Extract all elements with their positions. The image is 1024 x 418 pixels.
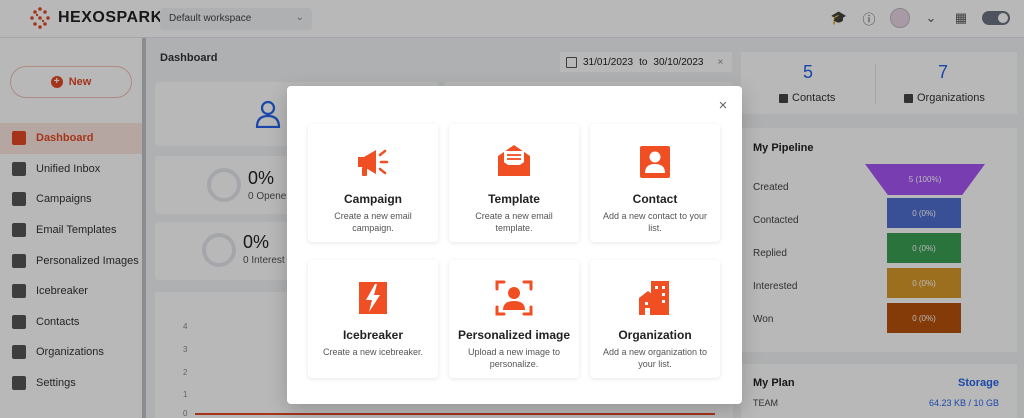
tile-title: Personalized image (457, 328, 571, 342)
tile-description: Create a new email template. (475, 211, 553, 233)
tile-title: Contact (632, 192, 678, 206)
envelope-icon (498, 145, 530, 176)
tile-title: Campaign (343, 192, 402, 206)
create-organization-tile[interactable]: Organization Add a new organization to y… (590, 260, 720, 378)
create-template-tile[interactable]: Template Create a new email template. (449, 124, 579, 242)
tile-description: Add a new organization to your list. (602, 347, 708, 369)
tile-description: Add a new contact to your list. (602, 211, 708, 233)
tile-title: Organization (618, 328, 692, 342)
lightning-icon (359, 282, 387, 314)
contact-card-icon (640, 146, 670, 178)
megaphone-icon (358, 149, 389, 176)
face-scan-icon (495, 280, 533, 316)
close-icon[interactable]: × (715, 98, 731, 114)
tile-description: Upload a new image to personalize. (467, 347, 561, 369)
tile-title: Icebreaker (342, 328, 404, 342)
create-new-modal: × Campaign Create a new email campaign. … (287, 86, 742, 404)
create-personalized-image-tile[interactable]: Personalized image Upload a new image to… (449, 260, 579, 378)
tile-description: Create a new icebreaker. (322, 347, 424, 357)
create-campaign-tile[interactable]: Campaign Create a new email campaign. (308, 124, 438, 242)
create-contact-tile[interactable]: Contact Add a new contact to your list. (590, 124, 720, 242)
tile-description: Create a new email campaign. (334, 211, 412, 233)
building-icon (639, 281, 669, 315)
tile-title: Template (488, 192, 540, 206)
create-icebreaker-tile[interactable]: Icebreaker Create a new icebreaker. (308, 260, 438, 378)
